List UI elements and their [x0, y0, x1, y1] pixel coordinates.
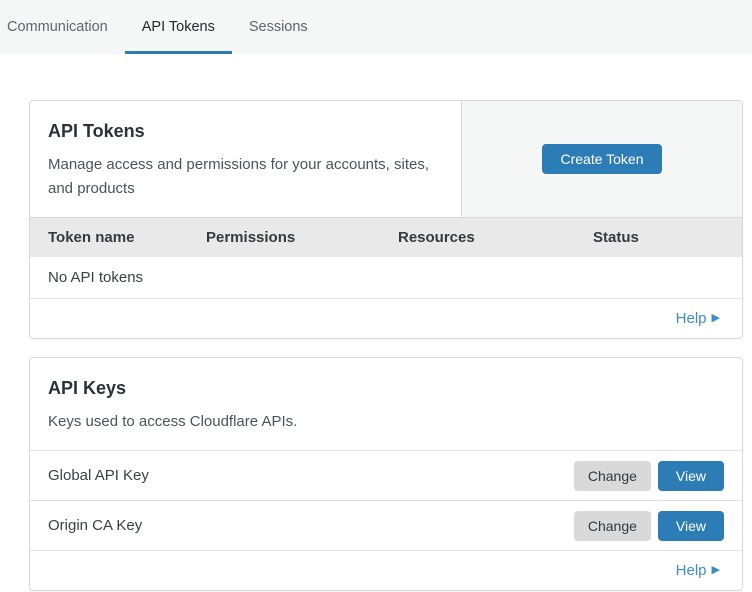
- api-key-row-origin-ca: Origin CA Key Change View: [30, 500, 742, 550]
- api-keys-card-footer: Help ▶: [30, 550, 742, 590]
- change-origin-ca-key-button[interactable]: Change: [574, 511, 651, 541]
- help-link-label: Help: [676, 562, 707, 579]
- api-keys-card: API Keys Keys used to access Cloudflare …: [29, 357, 743, 591]
- tab-sessions[interactable]: Sessions: [232, 0, 325, 54]
- api-keys-card-header: API Keys Keys used to access Cloudflare …: [30, 358, 742, 450]
- tab-api-tokens[interactable]: API Tokens: [125, 0, 232, 54]
- token-table-header-row: Token name Permissions Resources Status: [30, 217, 742, 257]
- api-key-name: Global API Key: [48, 467, 574, 484]
- api-tokens-card-header-text: API Tokens Manage access and permissions…: [30, 101, 461, 217]
- token-table-empty-message: No API tokens: [48, 269, 143, 286]
- token-table-header-resources: Resources: [398, 229, 593, 246]
- api-tokens-help-link[interactable]: Help ▶: [676, 310, 720, 327]
- view-origin-ca-key-button[interactable]: View: [658, 511, 724, 541]
- api-tokens-card-header: API Tokens Manage access and permissions…: [30, 101, 742, 217]
- api-keys-description: Keys used to access Cloudflare APIs.: [48, 410, 724, 434]
- tab-bar: Communication API Tokens Sessions: [0, 0, 752, 54]
- api-tokens-card-action-area: Create Token: [461, 101, 742, 217]
- token-table-header-token-name: Token name: [48, 229, 206, 246]
- api-key-row-global: Global API Key Change View: [30, 450, 742, 500]
- token-table-header-status: Status: [593, 229, 742, 246]
- api-key-actions: Change View: [574, 461, 724, 491]
- api-key-actions: Change View: [574, 511, 724, 541]
- tab-communication[interactable]: Communication: [7, 0, 125, 54]
- help-arrow-icon: ▶: [712, 313, 720, 324]
- change-global-api-key-button[interactable]: Change: [574, 461, 651, 491]
- token-table-header-permissions: Permissions: [206, 229, 398, 246]
- token-table-empty-row: No API tokens: [30, 257, 742, 299]
- api-key-name: Origin CA Key: [48, 517, 574, 534]
- api-tokens-card-footer: Help ▶: [30, 299, 742, 338]
- api-tokens-title: API Tokens: [48, 117, 437, 145]
- api-keys-title: API Keys: [48, 374, 724, 402]
- api-keys-help-link[interactable]: Help ▶: [676, 562, 720, 579]
- help-arrow-icon: ▶: [712, 565, 720, 576]
- api-tokens-description: Manage access and permissions for your a…: [48, 153, 437, 201]
- page-content: API Tokens Manage access and permissions…: [0, 54, 752, 591]
- create-token-button[interactable]: Create Token: [542, 144, 661, 174]
- api-tokens-card: API Tokens Manage access and permissions…: [29, 100, 743, 339]
- view-global-api-key-button[interactable]: View: [658, 461, 724, 491]
- help-link-label: Help: [676, 310, 707, 327]
